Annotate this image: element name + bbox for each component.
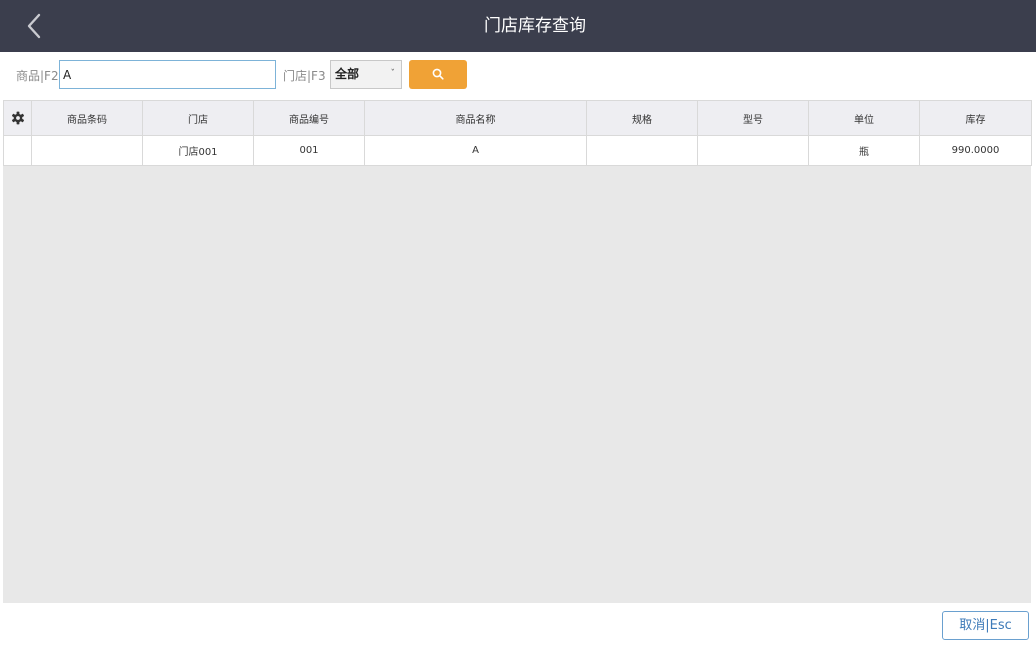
- cell-store: 门店001: [142, 135, 254, 166]
- inventory-table-area: 商品条码 门店 商品编号 商品名称 规格 型号 单位 库存 门店001 001 …: [3, 100, 1032, 603]
- column-settings-button[interactable]: [3, 100, 32, 136]
- cell-stock: 990.0000: [919, 135, 1032, 166]
- page-title: 门店库存查询: [484, 16, 586, 36]
- column-header-spec[interactable]: 规格: [586, 100, 698, 136]
- cell-product-code: 001: [253, 135, 365, 166]
- search-icon: [432, 68, 444, 80]
- product-label: 商品|F2: [16, 69, 59, 83]
- cell-unit: 瓶: [808, 135, 920, 166]
- column-header-unit[interactable]: 单位: [808, 100, 920, 136]
- store-select[interactable]: 全部 ˇ: [330, 60, 402, 89]
- chevron-down-icon: ˇ: [390, 69, 396, 79]
- top-bar: 门店库存查询: [0, 0, 1036, 52]
- product-search-input[interactable]: [59, 60, 276, 89]
- table-header-row: 商品条码 门店 商品编号 商品名称 规格 型号 单位 库存: [3, 100, 1032, 136]
- column-header-store[interactable]: 门店: [142, 100, 254, 136]
- filter-bar: 商品|F2 门店|F3 全部 ˇ: [0, 52, 1036, 100]
- column-header-product-name[interactable]: 商品名称: [364, 100, 587, 136]
- column-header-barcode[interactable]: 商品条码: [31, 100, 143, 136]
- cell-model: [697, 135, 809, 166]
- table-row[interactable]: 门店001 001 A 瓶 990.0000: [3, 135, 1032, 166]
- inventory-table: 商品条码 门店 商品编号 商品名称 规格 型号 单位 库存 门店001 001 …: [3, 100, 1032, 166]
- search-button[interactable]: [409, 60, 467, 89]
- store-label: 门店|F3: [283, 69, 326, 83]
- gear-icon: [11, 111, 24, 125]
- store-select-value: 全部: [335, 67, 360, 81]
- cell-barcode: [31, 135, 143, 166]
- cancel-button[interactable]: 取消|Esc: [942, 611, 1029, 640]
- column-header-product-code[interactable]: 商品编号: [253, 100, 365, 136]
- column-header-model[interactable]: 型号: [697, 100, 809, 136]
- row-indicator-cell: [3, 135, 32, 166]
- cell-product-name: A: [364, 135, 587, 166]
- cell-spec: [586, 135, 698, 166]
- column-header-stock[interactable]: 库存: [919, 100, 1032, 136]
